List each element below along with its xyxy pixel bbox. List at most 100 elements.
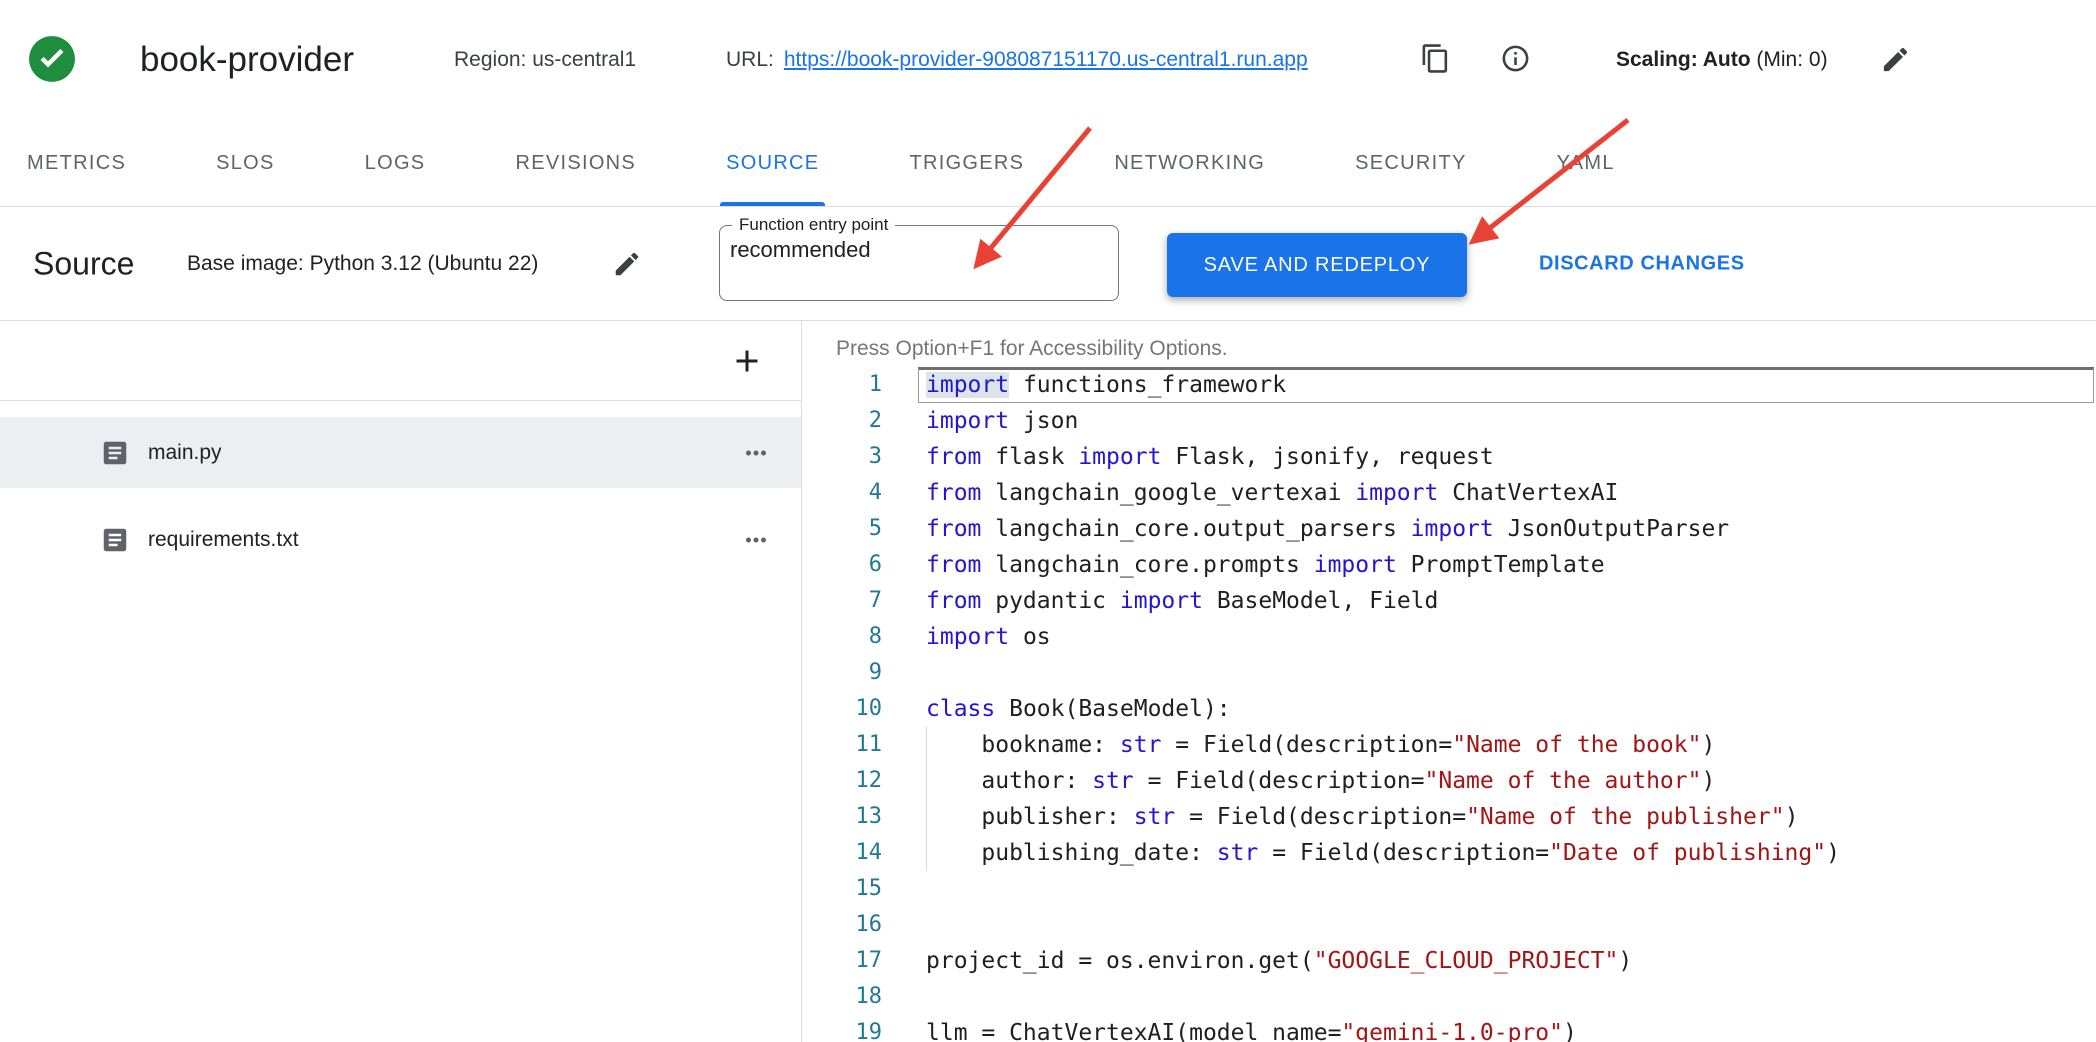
- code-line-17[interactable]: 17 project_id = os.environ.get("GOOGLE_CL…: [802, 943, 2096, 979]
- file-more-options-button[interactable]: [741, 525, 771, 555]
- edit-pencil-icon: [1880, 44, 1911, 75]
- line-number[interactable]: 16: [802, 907, 882, 943]
- line-number[interactable]: 8: [802, 619, 882, 655]
- tab-slos[interactable]: SLOS: [216, 120, 275, 206]
- code-text: project_id = os.environ.get("GOOGLE_CLOU…: [926, 943, 1632, 979]
- section-title: Source: [33, 246, 134, 283]
- line-number[interactable]: 12: [802, 763, 882, 799]
- tab-logs[interactable]: LOGS: [365, 120, 426, 206]
- code-text: import json: [926, 403, 1078, 439]
- code-text: from flask import Flask, jsonify, reques…: [926, 439, 1494, 475]
- line-number[interactable]: 13: [802, 799, 882, 835]
- code-line-18[interactable]: 18: [802, 979, 2096, 1015]
- service-url-link[interactable]: https://book-provider-908087151170.us-ce…: [784, 48, 1308, 72]
- code-text: from langchain_core.prompts import Promp…: [926, 547, 1605, 583]
- code-line-5[interactable]: 5from langchain_core.output_parsers impo…: [802, 511, 2096, 547]
- code-lines: 1import functions_framework2import json3…: [802, 367, 2096, 1042]
- line-number[interactable]: 3: [802, 439, 882, 475]
- line-number[interactable]: 1: [802, 367, 882, 403]
- tab-metrics[interactable]: METRICS: [27, 120, 126, 206]
- code-text: class Book(BaseModel):: [926, 691, 1231, 727]
- file-name: requirements.txt: [148, 528, 299, 552]
- tab-networking[interactable]: NETWORKING: [1114, 120, 1265, 206]
- code-line-8[interactable]: 8 import os: [802, 619, 2096, 655]
- code-text: bookname: str = Field(description="Name …: [926, 727, 1715, 763]
- file-explorer-header: [0, 321, 801, 401]
- line-number[interactable]: 7: [802, 583, 882, 619]
- file-explorer: main.py requirements.txt: [0, 321, 802, 1042]
- file-item-requirements.txt[interactable]: requirements.txt: [0, 504, 801, 575]
- info-icon: [1500, 43, 1531, 74]
- scaling-label: Scaling: Auto (Min: 0): [1616, 48, 1828, 72]
- url-label: URL:: [726, 48, 774, 72]
- code-text: import functions_framework: [926, 367, 1286, 403]
- edit-scaling-button[interactable]: [1880, 44, 1911, 75]
- copy-icon: [1420, 43, 1451, 74]
- service-name: book-provider: [140, 40, 354, 80]
- service-healthy-icon: [27, 34, 77, 84]
- line-number[interactable]: 14: [802, 835, 882, 871]
- file-more-options-button[interactable]: [741, 438, 771, 468]
- tab-revisions[interactable]: REVISIONS: [515, 120, 636, 206]
- code-line-16[interactable]: 16: [802, 907, 2096, 943]
- scaling-value: Scaling: Auto: [1616, 48, 1751, 71]
- code-line-7[interactable]: 7 from pydantic import BaseModel, Field: [802, 583, 2096, 619]
- code-line-2[interactable]: 2 import json: [802, 403, 2096, 439]
- source-toolbar: Source Base image: Python 3.12 (Ubuntu 2…: [0, 207, 2096, 321]
- line-number[interactable]: 11: [802, 727, 882, 763]
- code-text: from langchain_google_vertexai import Ch…: [926, 475, 1618, 511]
- file-name: main.py: [148, 441, 222, 465]
- code-line-15[interactable]: 15: [802, 871, 2096, 907]
- save-and-redeploy-button[interactable]: SAVE AND REDEPLOY: [1167, 233, 1467, 297]
- code-line-13[interactable]: 13 publisher: str = Field(description="N…: [802, 799, 2096, 835]
- line-number[interactable]: 4: [802, 475, 882, 511]
- line-number[interactable]: 5: [802, 511, 882, 547]
- code-editor[interactable]: Press Option+F1 for Accessibility Option…: [802, 321, 2096, 1042]
- add-file-button[interactable]: [729, 343, 765, 379]
- code-line-19[interactable]: 19 llm = ChatVertexAI(model_name="gemini-…: [802, 1015, 2096, 1042]
- line-number[interactable]: 6: [802, 547, 882, 583]
- tab-security[interactable]: SECURITY: [1355, 120, 1467, 206]
- accessibility-hint: Press Option+F1 for Accessibility Option…: [836, 331, 2096, 367]
- code-line-6[interactable]: 6 from langchain_core.prompts import Prom…: [802, 547, 2096, 583]
- region-label: Region: us-central1: [454, 48, 636, 72]
- code-line-9[interactable]: 9: [802, 655, 2096, 691]
- file-item-main.py[interactable]: main.py: [0, 417, 801, 488]
- file-icon: [100, 525, 130, 555]
- code-line-14[interactable]: 14 publishing_date: str = Field(descript…: [802, 835, 2096, 871]
- tab-source[interactable]: SOURCE: [726, 120, 819, 206]
- function-entry-point-field: Function entry point: [719, 215, 1119, 301]
- edit-base-image-button[interactable]: [612, 249, 642, 279]
- code-text: llm = ChatVertexAI(model_name="gemini-1.…: [926, 1015, 1577, 1042]
- line-number[interactable]: 19: [802, 1015, 882, 1042]
- code-line-3[interactable]: 3 from flask import Flask, jsonify, reque…: [802, 439, 2096, 475]
- entry-point-label: Function entry point: [732, 215, 895, 235]
- file-icon: [100, 438, 130, 468]
- code-line-10[interactable]: 10 class Book(BaseModel):: [802, 691, 2096, 727]
- entry-point-input[interactable]: [720, 235, 1086, 263]
- code-line-12[interactable]: 12 author: str = Field(description="Name…: [802, 763, 2096, 799]
- line-number[interactable]: 17: [802, 943, 882, 979]
- discard-changes-button[interactable]: DISCARD CHANGES: [1539, 253, 1745, 276]
- code-text: author: str = Field(description="Name of…: [926, 763, 1715, 799]
- code-text: import os: [926, 619, 1051, 655]
- line-number[interactable]: 9: [802, 655, 882, 691]
- file-list: main.py requirements.txt: [0, 417, 801, 575]
- tab-triggers[interactable]: TRIGGERS: [909, 120, 1024, 206]
- line-number[interactable]: 10: [802, 691, 882, 727]
- code-line-1[interactable]: 1 import functions_framework: [802, 367, 2096, 403]
- plus-icon: [729, 343, 765, 379]
- scaling-min: (Min: 0): [1751, 48, 1828, 71]
- code-line-11[interactable]: 11 bookname: str = Field(description="Na…: [802, 727, 2096, 763]
- base-image-label: Base image: Python 3.12 (Ubuntu 22): [187, 252, 538, 276]
- code-line-4[interactable]: 4 from langchain_google_vertexai import C…: [802, 475, 2096, 511]
- url-info-button[interactable]: [1500, 43, 1531, 74]
- line-number[interactable]: 15: [802, 871, 882, 907]
- tab-yaml[interactable]: YAML: [1557, 120, 1615, 206]
- line-number[interactable]: 2: [802, 403, 882, 439]
- line-number[interactable]: 18: [802, 979, 882, 1015]
- service-header: book-provider Region: us-central1 URL: h…: [0, 0, 2096, 120]
- more-options-icon: [741, 525, 771, 555]
- copy-url-button[interactable]: [1420, 43, 1451, 74]
- code-text: from pydantic import BaseModel, Field: [926, 583, 1438, 619]
